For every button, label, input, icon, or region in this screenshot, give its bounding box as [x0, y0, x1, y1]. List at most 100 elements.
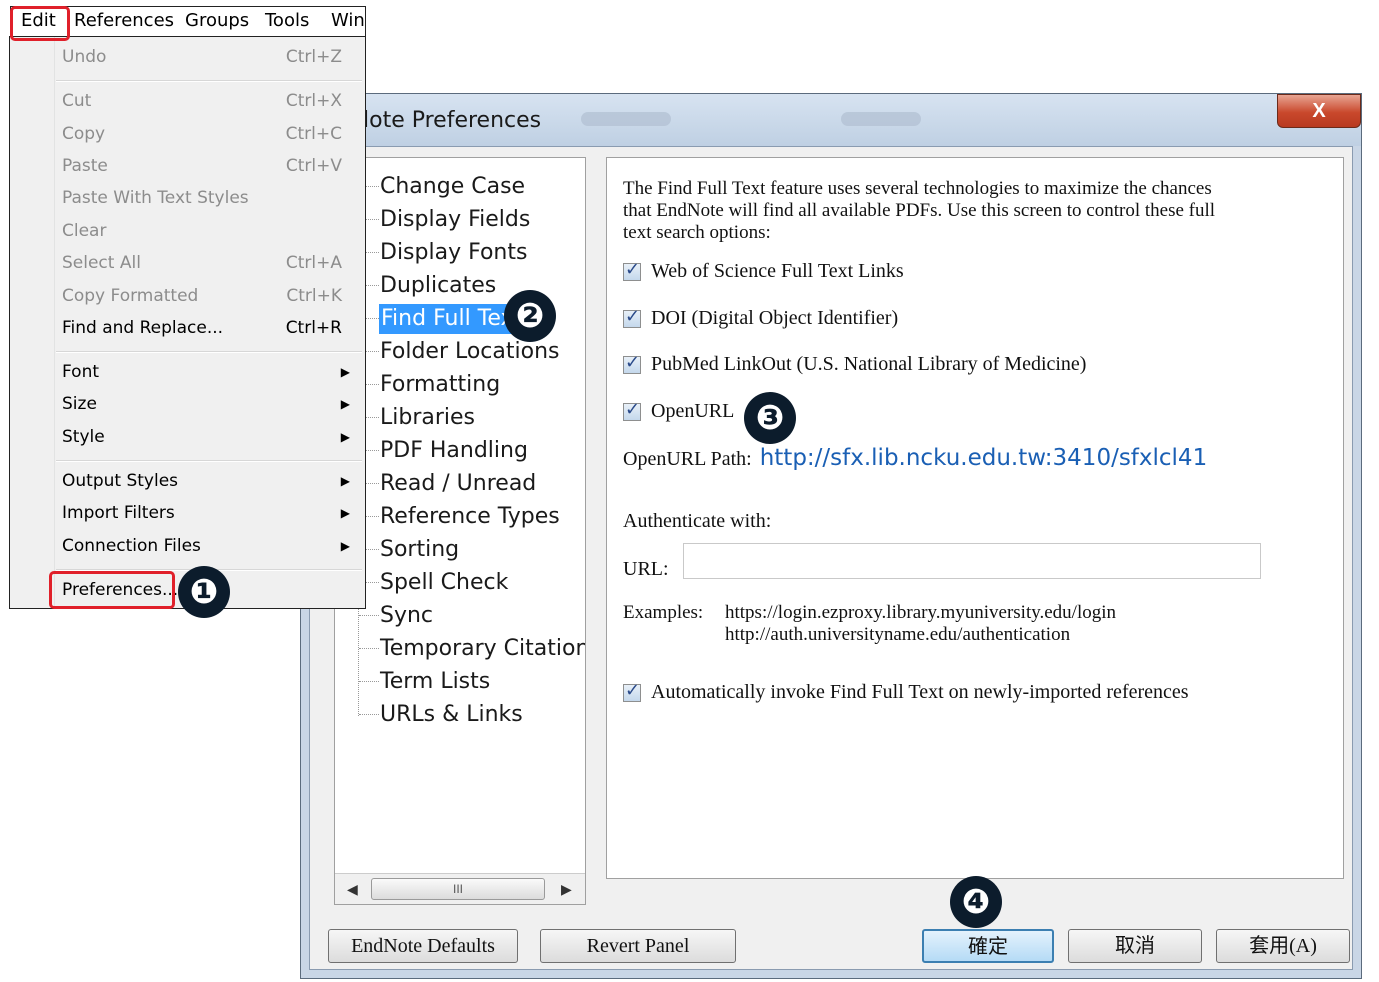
option-auto-invoke-label: Automatically invoke Find Full Text on n…	[651, 681, 1189, 703]
close-button[interactable]: X	[1277, 94, 1361, 128]
ok-button[interactable]: 確定	[922, 929, 1054, 963]
tree-item-sorting[interactable]: Sorting	[380, 535, 459, 565]
menu-item-label: Paste	[62, 156, 108, 176]
dialog-client-area: Change Case Display Fields Display Fonts…	[309, 146, 1353, 970]
tree-item-temporary-citations[interactable]: Temporary Citations	[380, 634, 585, 664]
menu-item-label: Paste With Text Styles	[62, 188, 249, 208]
option-openurl-label: OpenURL	[651, 400, 735, 422]
horizontal-scrollbar[interactable]: ◀ III ▶	[335, 873, 585, 904]
menu-item-cut[interactable]: Cut Ctrl+X	[62, 87, 352, 115]
tree-item-sync[interactable]: Sync	[380, 601, 433, 631]
tree-item-duplicates[interactable]: Duplicates	[380, 271, 496, 301]
menu-item-font[interactable]: Font ▶	[62, 358, 352, 386]
tree-item-display-fonts[interactable]: Display Fonts	[380, 238, 527, 268]
tree-item-spell-check[interactable]: Spell Check	[380, 568, 508, 598]
scroll-right-icon[interactable]: ▶	[561, 881, 572, 898]
auth-url-input[interactable]	[683, 543, 1261, 579]
checkbox-checked-icon[interactable]	[623, 259, 641, 281]
panel-description: The Find Full Text feature uses several …	[623, 178, 1216, 243]
menu-references[interactable]: References	[74, 10, 174, 31]
option-pubmed[interactable]: PubMed LinkOut (U.S. National Library of…	[623, 352, 1086, 376]
example-url: https://login.ezproxy.library.myuniversi…	[725, 602, 1117, 623]
tree-item-read-unread[interactable]: Read / Unread	[380, 469, 536, 499]
menu-item-output-styles[interactable]: Output Styles ▶	[62, 467, 352, 495]
menu-item-label: Find and Replace...	[62, 318, 224, 338]
submenu-arrow-icon: ▶	[340, 365, 350, 379]
authenticate-label: Authenticate with:	[623, 510, 772, 532]
step-3-badge: ❸	[744, 392, 796, 444]
shortcut: Ctrl+K	[286, 286, 342, 306]
menu-item-label: Font	[62, 362, 100, 382]
menu-item-label: Cut	[62, 91, 92, 111]
menu-item-connection-files[interactable]: Connection Files ▶	[62, 532, 352, 560]
shortcut: Ctrl+Z	[285, 47, 342, 67]
tree-item-find-full-text[interactable]: Find Full Tex	[379, 304, 518, 334]
tree-item-term-lists[interactable]: Term Lists	[380, 667, 490, 697]
scroll-thumb[interactable]: III	[371, 878, 545, 900]
openurl-path-label: OpenURL Path:	[623, 448, 752, 470]
scroll-left-icon[interactable]: ◀	[347, 881, 358, 898]
checkbox-checked-icon[interactable]	[623, 352, 641, 374]
menu-item-label: Output Styles	[62, 471, 179, 491]
tree-item-urls-links[interactable]: URLs & Links	[380, 700, 523, 730]
openurl-path-row: OpenURL Path: http://sfx.lib.ncku.edu.tw:…	[623, 445, 1207, 471]
endnote-defaults-button[interactable]: EndNote Defaults	[328, 929, 518, 963]
menu-item-import-filters[interactable]: Import Filters ▶	[62, 499, 352, 527]
checkbox-checked-icon[interactable]	[623, 306, 641, 328]
apply-button[interactable]: 套用(A)	[1216, 929, 1350, 963]
menu-tools[interactable]: Tools	[265, 10, 309, 31]
tree-item-display-fields[interactable]: Display Fields	[380, 205, 530, 235]
example-url: http://auth.universityname.edu/authentic…	[725, 624, 1071, 645]
menu-item-copy[interactable]: Copy Ctrl+C	[62, 120, 352, 148]
menu-item-find-and-replace[interactable]: Find and Replace... Ctrl+R	[62, 314, 352, 342]
option-openurl[interactable]: OpenURL	[623, 399, 735, 423]
tree-item-formatting[interactable]: Formatting	[380, 370, 500, 400]
highlight-box-edit	[10, 6, 70, 41]
tree-branch	[359, 648, 379, 649]
menu-item-style[interactable]: Style ▶	[62, 423, 352, 451]
shortcut: Ctrl+V	[285, 156, 342, 176]
option-wos-label: Web of Science Full Text Links	[651, 260, 904, 282]
preferences-dialog: lote Preferences X Change Case Display F…	[300, 93, 1362, 979]
preferences-tree[interactable]: Change Case Display Fields Display Fonts…	[334, 157, 586, 905]
tree-item-reference-types[interactable]: Reference Types	[380, 502, 560, 532]
menu-item-undo[interactable]: Undo Ctrl+Z	[62, 43, 352, 71]
title-bar[interactable]: lote Preferences X	[301, 94, 1361, 146]
option-doi[interactable]: DOI (Digital Object Identifier)	[623, 306, 898, 330]
shortcut: Ctrl+X	[285, 91, 342, 111]
find-full-text-panel: The Find Full Text feature uses several …	[606, 157, 1344, 879]
tree-item-pdf-handling[interactable]: PDF Handling	[380, 436, 528, 466]
tree-item-change-case[interactable]: Change Case	[380, 172, 525, 202]
option-auto-invoke[interactable]: Automatically invoke Find Full Text on n…	[623, 680, 1189, 704]
revert-panel-button[interactable]: Revert Panel	[540, 929, 736, 963]
menu-item-clear[interactable]: Clear	[62, 217, 352, 245]
menu-gutter	[54, 37, 55, 608]
tree-item-libraries[interactable]: Libraries	[380, 403, 475, 433]
checkbox-checked-icon[interactable]	[623, 680, 641, 702]
step-4-badge: ❹	[950, 876, 1002, 928]
cancel-button[interactable]: 取消	[1068, 929, 1202, 963]
menu-item-size[interactable]: Size ▶	[62, 390, 352, 418]
step-2-badge: ❷	[504, 290, 556, 342]
blurred-title-region	[841, 112, 921, 126]
tree-branch	[359, 681, 379, 682]
menu-item-label: Clear	[62, 221, 107, 241]
menu-item-copy-formatted[interactable]: Copy Formatted Ctrl+K	[62, 282, 352, 310]
step-1-badge: ❶	[178, 566, 230, 618]
menu-item-paste-with-text-styles[interactable]: Paste With Text Styles	[62, 184, 352, 212]
menu-groups[interactable]: Groups	[185, 10, 249, 31]
openurl-path-value[interactable]: http://sfx.lib.ncku.edu.tw:3410/sfxlcl41	[760, 445, 1208, 471]
menu-item-select-all[interactable]: Select All Ctrl+A	[62, 249, 352, 277]
menu-item-paste[interactable]: Paste Ctrl+V	[62, 152, 352, 180]
checkbox-checked-icon[interactable]	[623, 399, 641, 421]
edit-menu: Undo Ctrl+Z Cut Ctrl+X Copy Ctrl+C Paste Ctr…	[9, 36, 366, 609]
dialog-title: lote Preferences	[363, 108, 542, 133]
submenu-arrow-icon: ▶	[340, 506, 350, 520]
url-label: URL:	[623, 558, 669, 580]
option-wos[interactable]: Web of Science Full Text Links	[623, 259, 904, 283]
menu-window[interactable]: Win	[331, 10, 365, 31]
examples-label: Examples:	[623, 602, 704, 623]
menu-item-label: Connection Files	[62, 536, 201, 556]
submenu-arrow-icon: ▶	[340, 397, 350, 411]
blurred-title-region	[581, 112, 671, 126]
